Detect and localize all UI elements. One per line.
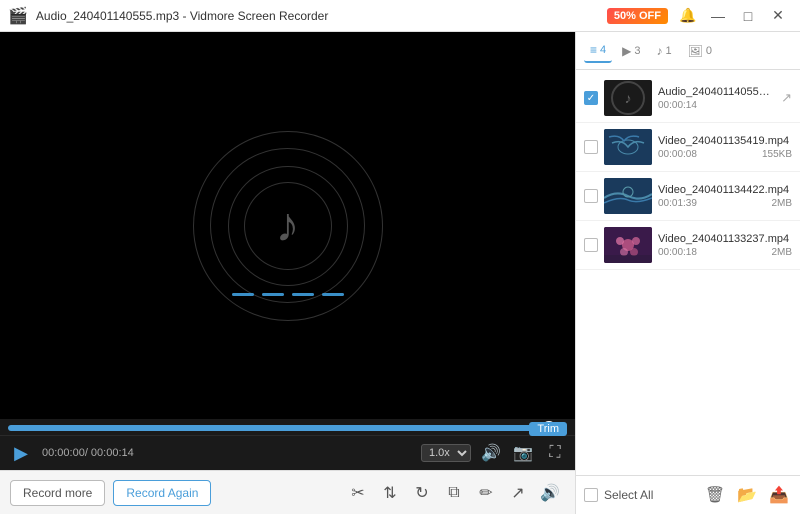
play-button[interactable]: ▶	[8, 440, 34, 466]
main-layout: ♪ Trim ▶ 00:00:0	[0, 32, 800, 514]
video-tab-icon: ▶	[622, 44, 631, 58]
dash-2	[262, 293, 284, 296]
file-checkbox-1[interactable]	[584, 140, 598, 154]
file-duration-0: 00:00:14	[658, 100, 697, 111]
bottom-tools: ✂ ⇅ ↻ ⧉ ✏ ↗ 🔊	[343, 478, 565, 508]
progress-track[interactable]	[8, 425, 567, 431]
tab-video-count: 3	[634, 45, 640, 57]
video-thumb-svg-2	[604, 178, 652, 214]
maximize-button[interactable]: □	[734, 2, 762, 30]
trim-button[interactable]: Trim	[529, 422, 567, 436]
dash-1	[232, 293, 254, 296]
image-tab-icon: 🖼	[688, 44, 703, 58]
audio-disc-icon: ♪	[611, 81, 645, 115]
video-thumbnail-3	[604, 227, 652, 263]
file-duration-3: 00:00:18	[658, 247, 697, 258]
select-all-checkbox[interactable]	[584, 488, 598, 502]
adjust-tool-button[interactable]: ⇅	[375, 478, 405, 508]
video-thumb-svg-1	[604, 129, 652, 165]
share-icon-0[interactable]: ↗	[781, 90, 792, 106]
file-duration-2: 00:01:39	[658, 198, 697, 209]
file-duration-1: 00:00:08	[658, 149, 697, 160]
file-info-2: Video_240401134422.mp4 00:01:39 2MB	[658, 184, 792, 209]
tab-list-count: 4	[600, 44, 606, 56]
file-info-0: Audio_240401140555.mp3 00:00:14	[658, 86, 775, 111]
player-panel: ♪ Trim ▶ 00:00:0	[0, 32, 575, 514]
select-all-label: Select All	[604, 488, 653, 502]
progress-fill	[8, 425, 545, 431]
record-more-button[interactable]: Record more	[10, 480, 105, 506]
file-meta-1: 00:00:08 155KB	[658, 149, 792, 160]
file-name-3: Video_240401133237.mp4	[658, 233, 792, 245]
share-tool-button[interactable]: ↗	[503, 478, 533, 508]
dash-3	[292, 293, 314, 296]
audio-tab-icon: ♪	[657, 44, 663, 58]
close-button[interactable]: ✕	[764, 2, 792, 30]
action-bar: Record more Record Again ✂ ⇅ ↻ ⧉ ✏ ↗ 🔊	[0, 470, 575, 514]
volume-icon[interactable]: 🔊	[479, 441, 503, 465]
audio-tool-button[interactable]: 🔊	[535, 478, 565, 508]
gift-badge[interactable]: 50% OFF	[607, 8, 668, 24]
list-item[interactable]: Video_240401135419.mp4 00:00:08 155KB	[576, 123, 800, 172]
file-size-3: 2MB	[771, 247, 792, 258]
tab-image[interactable]: 🖼 0	[682, 40, 718, 62]
list-item[interactable]: ✓ ♪ Audio_240401140555.mp3 00:00:14 ↗	[576, 74, 800, 123]
app-icon: 🎬	[8, 6, 28, 26]
tab-video[interactable]: ▶ 3	[616, 40, 646, 62]
file-name-1: Video_240401135419.mp4	[658, 135, 792, 147]
audio-dashes	[232, 293, 344, 296]
file-meta-0: 00:00:14	[658, 100, 775, 111]
speed-select[interactable]: 1.0x 0.5x 1.5x 2.0x	[421, 444, 471, 462]
list-item[interactable]: Video_240401134422.mp4 00:01:39 2MB	[576, 172, 800, 221]
rotate-tool-button[interactable]: ↻	[407, 478, 437, 508]
file-checkbox-2[interactable]	[584, 189, 598, 203]
music-visual: ♪	[188, 126, 388, 326]
file-size-1: 155KB	[762, 149, 792, 160]
list-icon: ≡	[590, 43, 597, 57]
file-checkbox-0[interactable]: ✓	[584, 91, 598, 105]
time-display: 00:00:00/ 00:00:14	[42, 447, 413, 459]
file-name-2: Video_240401134422.mp4	[658, 184, 792, 196]
file-checkbox-3[interactable]	[584, 238, 598, 252]
title-bar: 🎬 Audio_240401140555.mp3 - Vidmore Scree…	[0, 0, 800, 32]
fullscreen-icon[interactable]: ⛶	[543, 441, 567, 465]
file-size-2: 2MB	[771, 198, 792, 209]
video-thumb-svg-3	[604, 227, 652, 263]
open-folder-button[interactable]: 📂	[734, 482, 760, 508]
tab-audio[interactable]: ♪ 1	[651, 40, 678, 62]
delete-button[interactable]: 🗑	[702, 482, 728, 508]
window-controls: 50% OFF 🔔 — □ ✕	[607, 2, 792, 30]
right-panel: ≡ 4 ▶ 3 ♪ 1 🖼 0 ✓ ♪	[575, 32, 800, 514]
progress-area: Trim	[0, 419, 575, 435]
file-info-3: Video_240401133237.mp4 00:00:18 2MB	[658, 233, 792, 258]
bell-icon[interactable]: 🔔	[674, 2, 702, 30]
file-info-1: Video_240401135419.mp4 00:00:08 155KB	[658, 135, 792, 160]
list-controls: Select All 🗑 📂 📤	[576, 475, 800, 514]
cut-tool-button[interactable]: ✂	[343, 478, 373, 508]
file-name-0: Audio_240401140555.mp3	[658, 86, 775, 98]
camera-icon[interactable]: 📷	[511, 441, 535, 465]
list-item[interactable]: Video_240401133237.mp4 00:00:18 2MB	[576, 221, 800, 270]
copy-tool-button[interactable]: ⧉	[439, 478, 469, 508]
video-thumbnail-1	[604, 129, 652, 165]
file-meta-2: 00:01:39 2MB	[658, 198, 792, 209]
controls-bar: ▶ 00:00:00/ 00:00:14 1.0x 0.5x 1.5x 2.0x…	[0, 435, 575, 470]
video-area: ♪	[0, 32, 575, 419]
edit-tool-button[interactable]: ✏	[471, 478, 501, 508]
record-again-button[interactable]: Record Again	[113, 480, 211, 506]
tab-image-count: 0	[706, 45, 712, 57]
minimize-button[interactable]: —	[704, 2, 732, 30]
file-meta-3: 00:00:18 2MB	[658, 247, 792, 258]
audio-thumbnail-0: ♪	[604, 80, 652, 116]
tab-audio-count: 1	[666, 45, 672, 57]
file-list: ✓ ♪ Audio_240401140555.mp3 00:00:14 ↗	[576, 70, 800, 475]
tab-bar: ≡ 4 ▶ 3 ♪ 1 🖼 0	[576, 32, 800, 70]
tab-list[interactable]: ≡ 4	[584, 39, 612, 63]
dash-4	[322, 293, 344, 296]
window-title: Audio_240401140555.mp3 - Vidmore Screen …	[36, 9, 328, 23]
export-button[interactable]: 📤	[766, 482, 792, 508]
video-thumbnail-2	[604, 178, 652, 214]
music-note-icon: ♪	[276, 198, 300, 253]
